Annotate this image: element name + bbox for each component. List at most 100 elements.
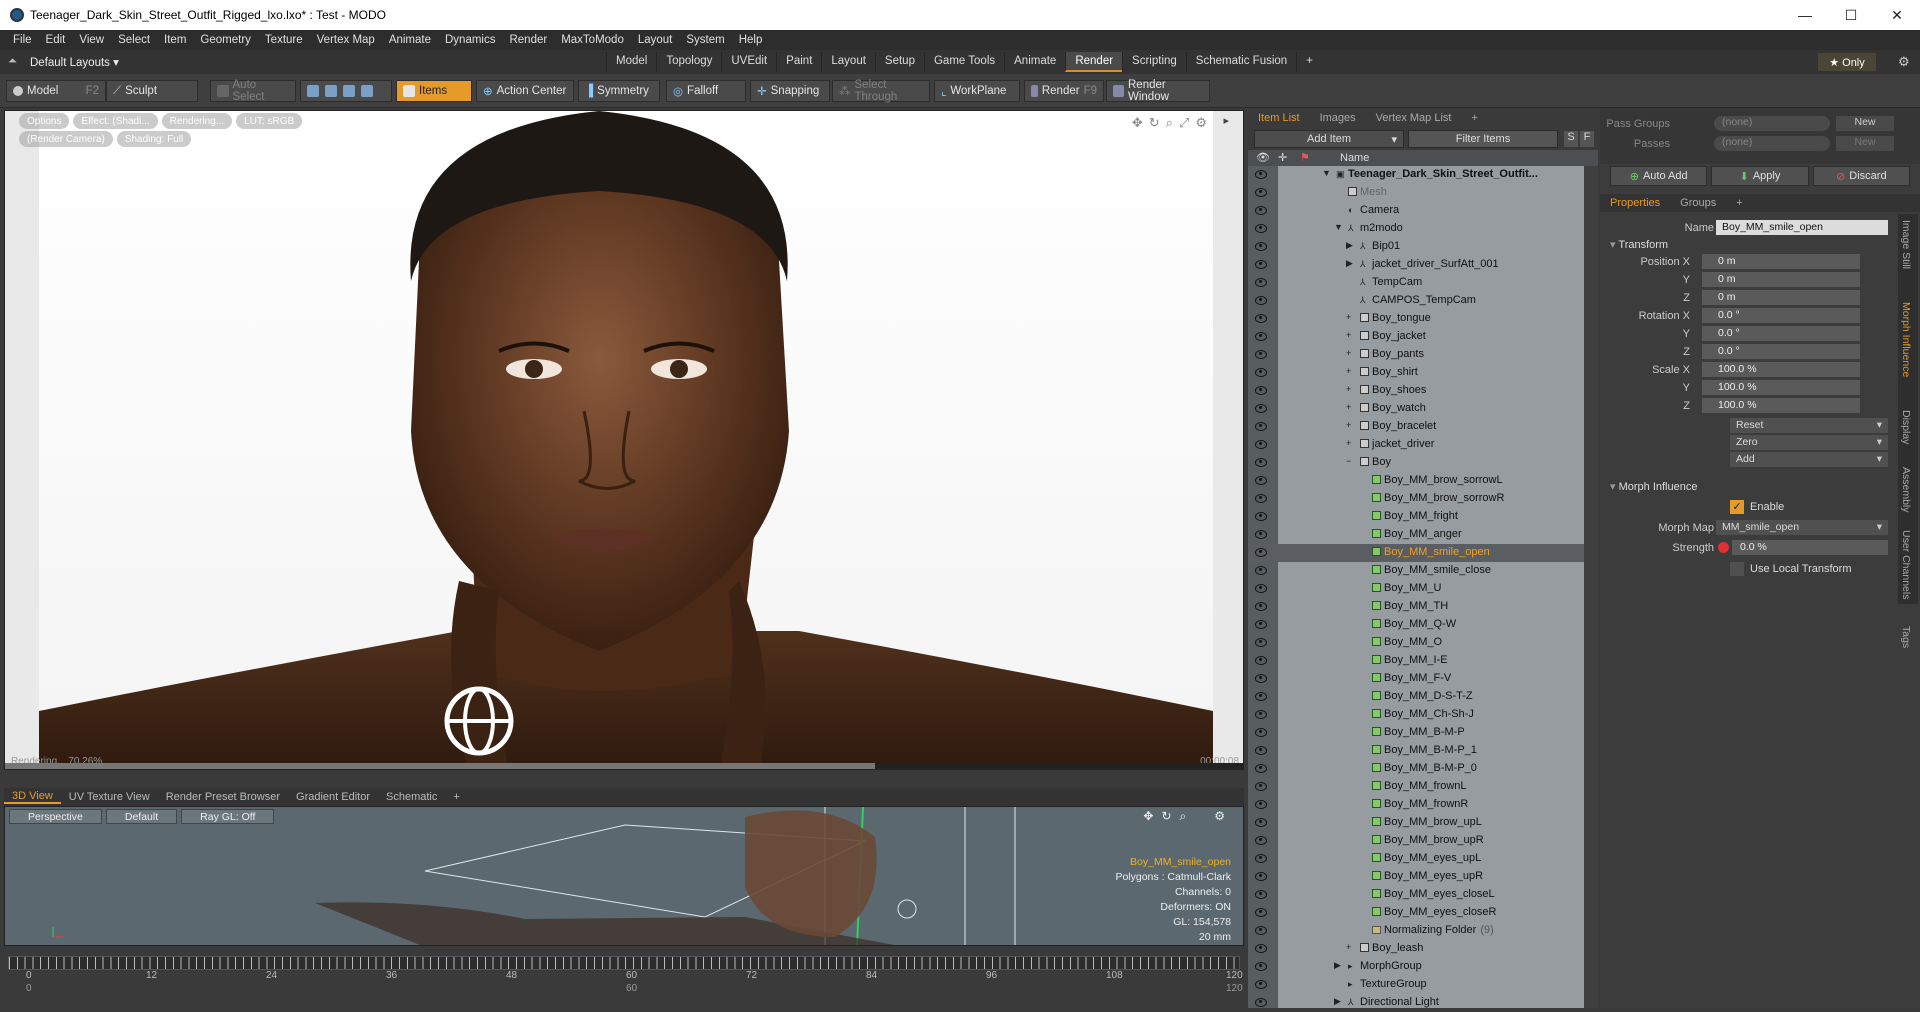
tab-schematic-fusion[interactable]: Schematic Fusion <box>1185 52 1296 72</box>
item-list-row[interactable]: Boy_MM_frownR <box>1248 796 1584 814</box>
item-list-row[interactable]: Mesh <box>1248 184 1584 202</box>
visibility-eye-icon[interactable] <box>1255 854 1267 863</box>
visibility-eye-icon[interactable] <box>1255 530 1267 539</box>
layout-arrow-icon[interactable]: ⏶ <box>8 55 17 68</box>
item-list-row[interactable]: Boy_MM_B-M-P_1 <box>1248 742 1584 760</box>
use-local-transform-checkbox[interactable] <box>1730 562 1744 576</box>
item-list-row[interactable]: + jacket_driver <box>1248 436 1584 454</box>
item-list-row[interactable]: + Boy_bracelet <box>1248 418 1584 436</box>
menu-dynamics[interactable]: Dynamics <box>438 34 502 46</box>
item-list-row[interactable]: Boy_MM_anger <box>1248 526 1584 544</box>
item-list-row[interactable]: Boy_MM_TH <box>1248 598 1584 616</box>
item-list-row[interactable]: Boy_MM_smile_close <box>1248 562 1584 580</box>
reset-dropdown[interactable]: Reset <box>1730 418 1888 433</box>
tab-game-tools[interactable]: Game Tools <box>923 52 1004 72</box>
menu-maxtomodo[interactable]: MaxToModo <box>554 34 631 46</box>
item-list-row[interactable]: ▶ ⅄ jacket_driver_SurfAtt_001 <box>1248 256 1584 274</box>
visibility-eye-icon[interactable] <box>1255 818 1267 827</box>
visibility-eye-icon[interactable] <box>1255 674 1267 683</box>
add-item-button[interactable]: Add Item ▾ <box>1254 130 1404 148</box>
item-list-tab-vertex-map-list[interactable]: Vertex Map List <box>1366 112 1462 124</box>
tab-scripting[interactable]: Scripting <box>1122 52 1186 72</box>
tab-setup[interactable]: Setup <box>874 52 924 72</box>
item-list-row[interactable]: Boy_MM_brow_upL <box>1248 814 1584 832</box>
visibility-eye-icon[interactable] <box>1255 206 1267 215</box>
tab-plus[interactable]: + <box>1296 52 1322 72</box>
viewport-gear-icon[interactable]: ⚙ <box>1195 115 1207 131</box>
name-column-header[interactable]: Name <box>1340 152 1369 164</box>
lower-tab-uv-texture-view[interactable]: UV Texture View <box>61 791 158 803</box>
item-list-row[interactable]: + Boy_jacket <box>1248 328 1584 346</box>
position-z-field[interactable]: 0 m <box>1702 290 1860 305</box>
visibility-eye-icon[interactable] <box>1255 458 1267 467</box>
pan-icon[interactable]: ✥ <box>1132 115 1143 131</box>
model-button[interactable]: Model F2 <box>6 80 106 102</box>
discard-button[interactable]: ⊘ Discard <box>1812 166 1910 186</box>
visibility-eye-icon[interactable] <box>1255 710 1267 719</box>
menu-edit[interactable]: Edit <box>39 34 73 46</box>
visibility-eye-icon[interactable] <box>1255 314 1267 323</box>
item-list-row[interactable]: + Boy_shoes <box>1248 382 1584 400</box>
item-list-row[interactable]: Boy_MM_brow_sorrowR <box>1248 490 1584 508</box>
expand-toggle-icon[interactable]: ▶ <box>1334 960 1341 971</box>
visibility-eye-icon[interactable] <box>1255 386 1267 395</box>
3d-zoom-icon[interactable]: ⌕ <box>1180 809 1187 824</box>
visibility-eye-icon[interactable] <box>1255 908 1267 917</box>
visibility-eye-icon[interactable] <box>1255 890 1267 899</box>
menu-vertex-map[interactable]: Vertex Map <box>310 34 382 46</box>
expand-toggle-icon[interactable]: ▶ <box>1334 996 1341 1007</box>
expand-arrow-icon[interactable]: ▸ <box>1223 114 1229 127</box>
timeline[interactable]: 0 12 24 36 48 60 72 84 96 108 120 0 60 120 <box>4 952 1244 996</box>
visibility-eye-icon[interactable] <box>1255 980 1267 989</box>
expand-toggle-icon[interactable]: + <box>1346 366 1351 376</box>
visibility-eye-icon[interactable] <box>1255 782 1267 791</box>
item-list-row[interactable]: Boy_MM_D-S-T-Z <box>1248 688 1584 706</box>
expand-toggle-icon[interactable]: ▶ <box>1346 240 1353 251</box>
3d-view-perspective-button[interactable]: Perspective <box>9 809 102 824</box>
auto-select-button[interactable]: Auto Select <box>210 79 296 103</box>
3d-gear-icon[interactable]: ⚙ <box>1214 809 1225 824</box>
rotation-z-field[interactable]: 0.0 ° <box>1702 344 1860 359</box>
tab-animate[interactable]: Animate <box>1004 52 1065 72</box>
item-list-row[interactable]: Boy_MM_brow_upR <box>1248 832 1584 850</box>
viewport-tag-lut-srgb[interactable]: LUT: sRGB <box>236 113 303 129</box>
item-list-row[interactable]: ▶ ⅄ Directional Light <box>1248 994 1584 1012</box>
item-list-tab-item-list[interactable]: Item List <box>1248 112 1310 124</box>
visibility-eye-icon[interactable] <box>1255 566 1267 575</box>
lower-tab-gradient-editor[interactable]: Gradient Editor <box>288 791 378 803</box>
position-x-field[interactable]: 0 m <box>1702 254 1860 269</box>
visibility-eye-icon[interactable] <box>1255 260 1267 269</box>
visibility-eye-icon[interactable] <box>1255 332 1267 341</box>
item-list-row[interactable]: Boy_MM_eyes_upR <box>1248 868 1584 886</box>
auto-add-button[interactable]: ⊕ Auto Add <box>1610 166 1708 186</box>
f-button[interactable]: F <box>1580 131 1594 147</box>
item-list-scrollbar[interactable] <box>1584 166 1598 1008</box>
enable-checkbox[interactable]: ✓ <box>1730 500 1744 514</box>
expand-toggle-icon[interactable]: + <box>1346 942 1351 952</box>
item-list-row[interactable]: + Boy_shirt <box>1248 364 1584 382</box>
expand-toggle-icon[interactable]: + <box>1346 348 1351 358</box>
expand-toggle-icon[interactable]: ▼ <box>1334 222 1343 232</box>
vertical-tab-display[interactable]: Display <box>1900 410 1912 444</box>
symmetry-button[interactable]: ▐ Symmetry <box>578 80 660 102</box>
visibility-eye-icon[interactable] <box>1255 548 1267 557</box>
viewport-tag-render-camera[interactable]: (Render Camera) <box>19 131 113 147</box>
item-list-row[interactable]: ▶ ⅄ Bip01 <box>1248 238 1584 256</box>
default-layouts-dropdown[interactable]: Default Layouts ▾ <box>30 55 119 69</box>
item-list-row[interactable]: ▶ ▸ MorphGroup <box>1248 958 1584 976</box>
item-list-row[interactable]: ◐ Camera <box>1248 202 1584 220</box>
expand-toggle-icon[interactable]: + <box>1346 312 1351 322</box>
menu-layout[interactable]: Layout <box>631 34 680 46</box>
visibility-eye-icon[interactable] <box>1255 188 1267 197</box>
add-dropdown[interactable]: Add <box>1730 452 1888 467</box>
position-y-field[interactable]: 0 m <box>1702 272 1860 287</box>
snapping-button[interactable]: ✛ Snapping <box>750 80 830 102</box>
properties-tab-plus[interactable]: + <box>1726 197 1752 209</box>
viewport-tag-rendering[interactable]: Rendering... <box>161 113 233 129</box>
transform-section[interactable]: Transform <box>1610 238 1668 251</box>
materials-mode-icon[interactable] <box>361 85 373 97</box>
lower-tab-schematic[interactable]: Schematic <box>378 791 445 803</box>
strength-field[interactable]: 0.0 % <box>1732 540 1888 555</box>
lower-tab-render-preset-browser[interactable]: Render Preset Browser <box>158 791 288 803</box>
filter-items-input[interactable]: Filter Items <box>1408 130 1558 148</box>
